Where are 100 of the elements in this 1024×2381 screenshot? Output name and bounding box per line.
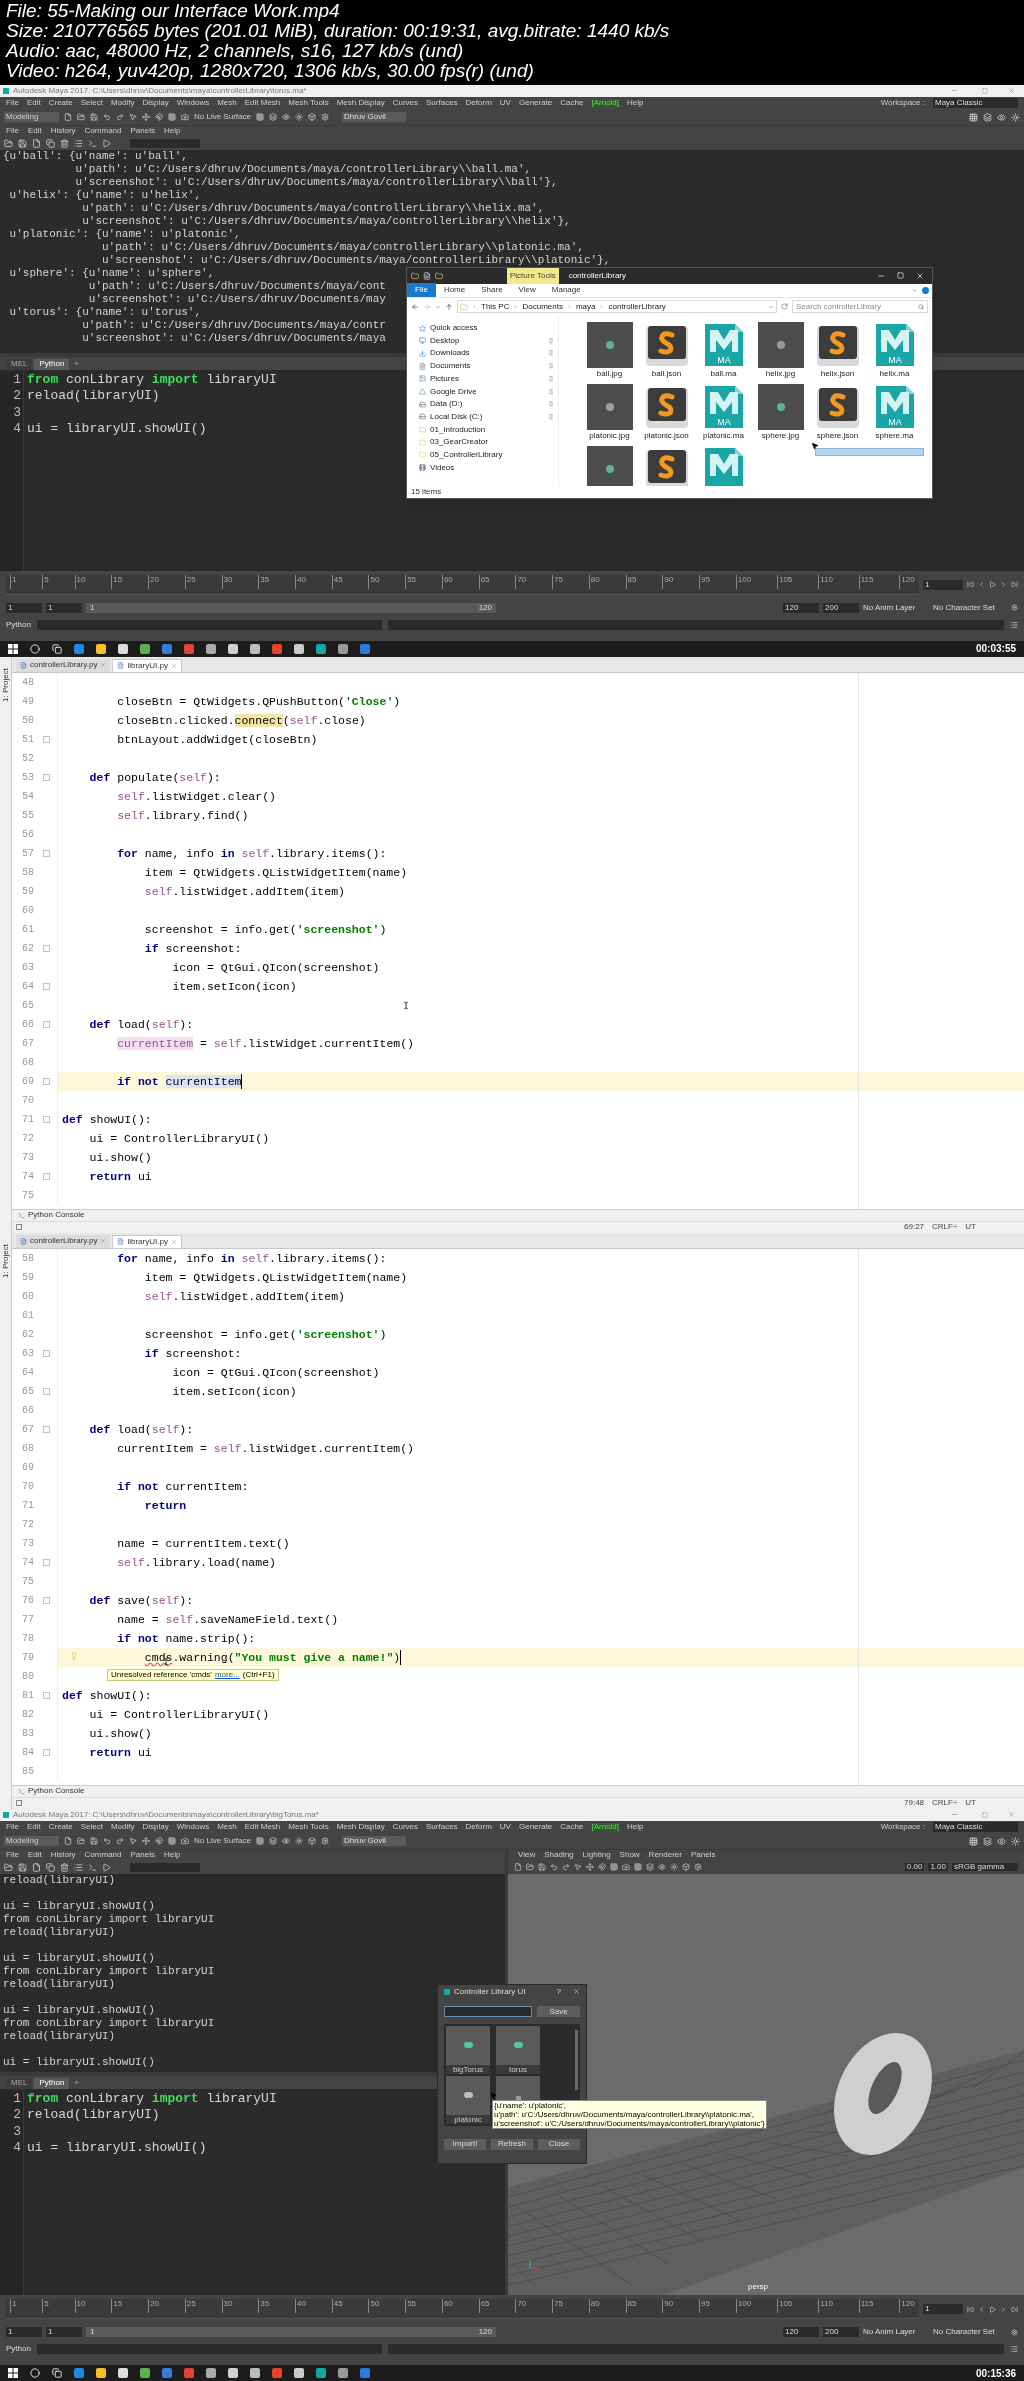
menu-item[interactable]: Cache [560, 1823, 584, 1832]
end-field[interactable]: 120 [783, 602, 819, 613]
cube-icon[interactable] [307, 113, 316, 122]
status-item[interactable]: CRLF÷ [932, 1223, 958, 1232]
menu-item[interactable]: Curves [392, 99, 418, 108]
workspace-dropdown[interactable]: Maya Classic [933, 98, 1018, 109]
menu-item[interactable]: Surfaces [426, 1823, 458, 1832]
move-icon[interactable] [142, 113, 150, 122]
menu-item[interactable]: File [6, 1823, 19, 1832]
search-icon[interactable] [918, 303, 924, 310]
redo-icon[interactable] [562, 1863, 570, 1872]
menu-item[interactable]: Mesh Tools [288, 1823, 329, 1832]
open-folder-icon[interactable] [4, 1862, 13, 1872]
menu-item[interactable]: Panels [130, 1851, 155, 1860]
help-button[interactable]: ? [556, 1987, 561, 1996]
list-icon[interactable] [74, 138, 83, 148]
eye-icon[interactable] [658, 1863, 666, 1872]
add-tab-button[interactable]: + [71, 358, 83, 370]
status-item[interactable]: 79:48 [904, 1799, 925, 1808]
start-field[interactable]: 1 [6, 602, 42, 613]
menu-item[interactable]: Edit [26, 1823, 41, 1832]
menu-item[interactable]: Display [142, 99, 169, 108]
app-icon[interactable] [250, 643, 260, 654]
file-tab[interactable]: libraryUI.py [112, 1234, 182, 1248]
copy-icon[interactable] [46, 138, 55, 148]
menu-item[interactable]: Generate [518, 99, 553, 108]
menu-item[interactable]: History [50, 127, 76, 136]
file-name[interactable]: helix.json [820, 369, 855, 378]
menu-item[interactable]: Renderer [648, 1851, 682, 1860]
menu-item[interactable]: Mesh [217, 1823, 237, 1832]
folder-icon[interactable] [411, 271, 419, 280]
light-icon[interactable] [670, 1863, 678, 1872]
character-set-dropdown[interactable]: No Character Set [933, 2328, 1007, 2336]
new-file-icon[interactable] [32, 1862, 41, 1872]
eye-icon[interactable] [281, 113, 290, 122]
menu-item[interactable]: Panels [690, 1851, 716, 1860]
menu-item[interactable]: Shading [544, 1851, 574, 1860]
camera-icon[interactable] [181, 113, 189, 122]
file-tab[interactable]: controllerLibrary.py [16, 1234, 111, 1248]
go-to-start-icon[interactable] [967, 2305, 974, 2313]
menu-item[interactable]: Create [48, 99, 73, 108]
file-name[interactable]: sphere.ma [875, 431, 914, 440]
breadcrumb-item[interactable]: This PC [481, 302, 510, 311]
grid-icon[interactable] [168, 113, 176, 122]
current-frame-field[interactable]: 1 [923, 2304, 963, 2314]
nav-item[interactable]: 05_ControllerLibrary [430, 450, 503, 459]
script-editor-icon[interactable] [1010, 620, 1018, 629]
search-field[interactable]: Search controllerLibrary [792, 300, 928, 314]
menu-item[interactable]: Command [84, 1851, 122, 1860]
clear-icon[interactable] [60, 138, 69, 148]
menu-item[interactable]: Mesh Display [336, 1823, 385, 1832]
menu-item[interactable]: Edit [27, 1851, 42, 1860]
menu-item[interactable]: Select [80, 1823, 103, 1832]
menu-item[interactable]: History [50, 1851, 76, 1860]
menu-item[interactable]: Deform [465, 99, 492, 108]
menu-item[interactable]: Mesh Tools [288, 99, 329, 108]
file-name[interactable]: helix.ma [879, 369, 910, 378]
cube-icon[interactable] [682, 1863, 690, 1872]
settings-icon[interactable] [320, 113, 329, 122]
back-icon[interactable] [411, 302, 419, 311]
menu-item[interactable]: Mesh [217, 99, 237, 108]
dialog-button[interactable]: Refresh [491, 2138, 533, 2150]
save-icon[interactable] [18, 138, 27, 148]
exposure-field[interactable]: 0.00 [904, 1863, 925, 1872]
save-icon[interactable] [90, 113, 98, 122]
new-file-icon[interactable] [64, 1837, 72, 1846]
nav-item[interactable]: Documents [430, 362, 471, 371]
hard-drive-icon[interactable] [419, 400, 426, 408]
nav-item[interactable]: Downloads [430, 349, 470, 358]
up-icon[interactable] [445, 302, 453, 311]
menu-item[interactable]: Help [163, 1851, 181, 1860]
status-item[interactable]: CRLF÷ [932, 1799, 958, 1808]
grid-icon[interactable] [255, 113, 264, 122]
gamma-field[interactable]: 1.00 [928, 1863, 948, 1872]
fold-marker-icon[interactable] [43, 1020, 50, 1028]
fold-marker-icon[interactable] [43, 1691, 50, 1699]
fold-marker-icon[interactable] [43, 1596, 50, 1604]
settings-icon[interactable] [320, 1837, 329, 1846]
ribbon-tab[interactable]: View [510, 283, 544, 298]
nav-item[interactable]: Data (D:) [430, 400, 463, 409]
step-forward-icon[interactable] [1000, 581, 1007, 589]
live-surface-field[interactable]: No Live Surface [194, 113, 251, 122]
command-field[interactable] [36, 2344, 382, 2354]
file-name[interactable]: helix.jpg [765, 369, 796, 378]
timeline[interactable]: 1 5 10 15 20 25 30 35 40 45 50 55 60 65 70 75 80 85 90 95 100 105 110 115 120 [6, 2299, 919, 2319]
task-view-icon[interactable] [52, 2368, 62, 2378]
command-language-label[interactable]: Python [6, 2345, 31, 2353]
editor-tab[interactable]: Python [34, 358, 70, 370]
app-icon[interactable] [228, 643, 238, 654]
ribbon-tab[interactable]: Manage [543, 283, 589, 298]
eye-icon[interactable] [997, 112, 1006, 122]
range-slider[interactable]: 1 120 [86, 602, 496, 613]
app-icon[interactable] [140, 643, 150, 654]
file-name[interactable]: sphere.jpg [761, 431, 800, 440]
refresh-icon[interactable] [781, 303, 788, 311]
undo-icon[interactable] [103, 1837, 111, 1846]
file-name[interactable]: sphere.json [816, 431, 859, 440]
undo-icon[interactable] [103, 113, 111, 122]
app-icon[interactable] [96, 643, 106, 654]
film-icon[interactable] [419, 464, 426, 472]
